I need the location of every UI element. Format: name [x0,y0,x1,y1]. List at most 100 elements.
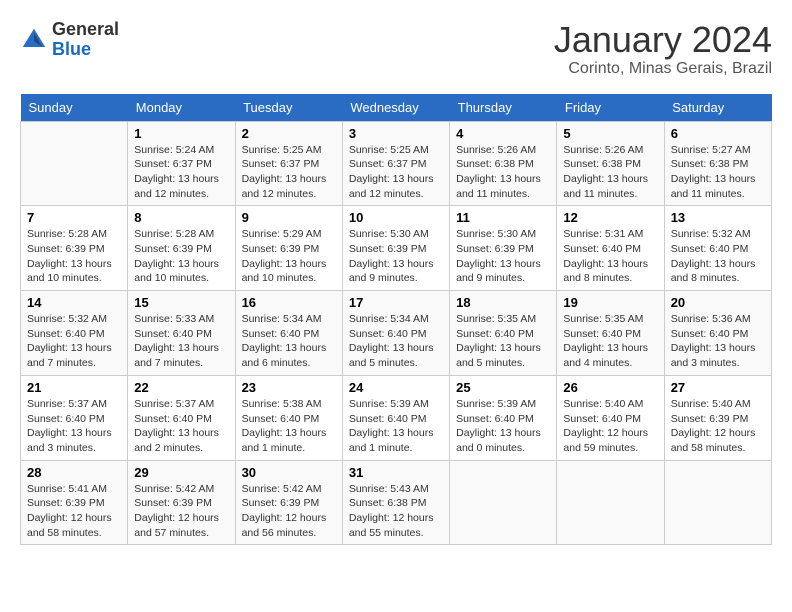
day-number: 4 [456,126,550,141]
calendar-cell [450,460,557,545]
day-info: Sunrise: 5:32 AMSunset: 6:40 PMDaylight:… [671,227,765,286]
logo-icon [20,26,48,54]
calendar-week-row: 14 Sunrise: 5:32 AMSunset: 6:40 PMDayligh… [21,291,772,376]
day-info: Sunrise: 5:34 AMSunset: 6:40 PMDaylight:… [349,312,443,371]
day-number: 25 [456,380,550,395]
logo-blue: Blue [52,39,91,59]
day-number: 1 [134,126,228,141]
day-info: Sunrise: 5:40 AMSunset: 6:39 PMDaylight:… [671,397,765,456]
day-info: Sunrise: 5:28 AMSunset: 6:39 PMDaylight:… [27,227,121,286]
day-number: 15 [134,295,228,310]
day-info: Sunrise: 5:30 AMSunset: 6:39 PMDaylight:… [456,227,550,286]
day-info: Sunrise: 5:36 AMSunset: 6:40 PMDaylight:… [671,312,765,371]
weekday-header-thursday: Thursday [450,94,557,122]
calendar-cell: 30 Sunrise: 5:42 AMSunset: 6:39 PMDayligh… [235,460,342,545]
day-number: 10 [349,210,443,225]
calendar-cell: 2Sunrise: 5:25 AMSunset: 6:37 PMDaylight… [235,121,342,206]
day-number: 17 [349,295,443,310]
day-number: 23 [242,380,336,395]
calendar-cell: 9Sunrise: 5:29 AMSunset: 6:39 PMDaylight… [235,206,342,291]
day-number: 21 [27,380,121,395]
calendar-cell [21,121,128,206]
calendar-cell: 7 Sunrise: 5:28 AMSunset: 6:39 PMDaylight… [21,206,128,291]
calendar-cell: 18 Sunrise: 5:35 AMSunset: 6:40 PMDayligh… [450,291,557,376]
day-number: 13 [671,210,765,225]
day-number: 26 [563,380,657,395]
logo-text: General Blue [52,20,119,60]
day-number: 8 [134,210,228,225]
day-number: 22 [134,380,228,395]
calendar-cell: 11 Sunrise: 5:30 AMSunset: 6:39 PMDayligh… [450,206,557,291]
day-info: Sunrise: 5:43 AMSunset: 6:38 PMDaylight:… [349,482,443,541]
calendar-cell: 25 Sunrise: 5:39 AMSunset: 6:40 PMDayligh… [450,375,557,460]
day-info: Sunrise: 5:41 AMSunset: 6:39 PMDaylight:… [27,482,121,541]
weekday-header-tuesday: Tuesday [235,94,342,122]
month-title: January 2024 [554,20,772,60]
calendar-cell: 24 Sunrise: 5:39 AMSunset: 6:40 PMDayligh… [342,375,449,460]
calendar-cell: 14 Sunrise: 5:32 AMSunset: 6:40 PMDayligh… [21,291,128,376]
day-number: 29 [134,465,228,480]
day-number: 20 [671,295,765,310]
day-number: 11 [456,210,550,225]
day-number: 14 [27,295,121,310]
day-info: Sunrise: 5:32 AMSunset: 6:40 PMDaylight:… [27,312,121,371]
weekday-header-saturday: Saturday [664,94,771,122]
day-number: 12 [563,210,657,225]
day-info: Sunrise: 5:39 AMSunset: 6:40 PMDaylight:… [349,397,443,456]
day-number: 30 [242,465,336,480]
day-number: 6 [671,126,765,141]
day-info: Sunrise: 5:37 AMSunset: 6:40 PMDaylight:… [134,397,228,456]
day-info: Sunrise: 5:31 AMSunset: 6:40 PMDaylight:… [563,227,657,286]
calendar-cell: 23 Sunrise: 5:38 AMSunset: 6:40 PMDayligh… [235,375,342,460]
day-number: 7 [27,210,121,225]
calendar-cell: 31Sunrise: 5:43 AMSunset: 6:38 PMDayligh… [342,460,449,545]
calendar-cell: 27Sunrise: 5:40 AMSunset: 6:39 PMDayligh… [664,375,771,460]
calendar-week-row: 21 Sunrise: 5:37 AMSunset: 6:40 PMDayligh… [21,375,772,460]
weekday-header-wednesday: Wednesday [342,94,449,122]
page-header: General Blue January 2024 Corinto, Minas… [20,20,772,78]
logo: General Blue [20,20,119,60]
calendar-cell: 19 Sunrise: 5:35 AMSunset: 6:40 PMDayligh… [557,291,664,376]
day-info: Sunrise: 5:39 AMSunset: 6:40 PMDaylight:… [456,397,550,456]
calendar-cell [557,460,664,545]
calendar-table: SundayMondayTuesdayWednesdayThursdayFrid… [20,94,772,546]
weekday-header-monday: Monday [128,94,235,122]
calendar-week-row: 28 Sunrise: 5:41 AMSunset: 6:39 PMDayligh… [21,460,772,545]
day-info: Sunrise: 5:25 AMSunset: 6:37 PMDaylight:… [349,143,443,202]
calendar-cell [664,460,771,545]
weekday-header-row: SundayMondayTuesdayWednesdayThursdayFrid… [21,94,772,122]
calendar-week-row: 1 Sunrise: 5:24 AMSunset: 6:37 PMDaylight… [21,121,772,206]
calendar-cell: 28 Sunrise: 5:41 AMSunset: 6:39 PMDayligh… [21,460,128,545]
location: Corinto, Minas Gerais, Brazil [554,60,772,78]
day-info: Sunrise: 5:38 AMSunset: 6:40 PMDaylight:… [242,397,336,456]
day-info: Sunrise: 5:26 AMSunset: 6:38 PMDaylight:… [563,143,657,202]
day-info: Sunrise: 5:35 AMSunset: 6:40 PMDaylight:… [563,312,657,371]
day-number: 28 [27,465,121,480]
day-number: 19 [563,295,657,310]
calendar-cell: 13 Sunrise: 5:32 AMSunset: 6:40 PMDayligh… [664,206,771,291]
calendar-cell: 3 Sunrise: 5:25 AMSunset: 6:37 PMDaylight… [342,121,449,206]
calendar-cell: 16Sunrise: 5:34 AMSunset: 6:40 PMDayligh… [235,291,342,376]
calendar-cell: 10Sunrise: 5:30 AMSunset: 6:39 PMDayligh… [342,206,449,291]
calendar-cell: 29 Sunrise: 5:42 AMSunset: 6:39 PMDayligh… [128,460,235,545]
day-info: Sunrise: 5:29 AMSunset: 6:39 PMDaylight:… [242,227,336,286]
day-number: 5 [563,126,657,141]
day-info: Sunrise: 5:40 AMSunset: 6:40 PMDaylight:… [563,397,657,456]
calendar-cell: 1 Sunrise: 5:24 AMSunset: 6:37 PMDaylight… [128,121,235,206]
day-info: Sunrise: 5:33 AMSunset: 6:40 PMDaylight:… [134,312,228,371]
calendar-cell: 5 Sunrise: 5:26 AMSunset: 6:38 PMDaylight… [557,121,664,206]
day-number: 3 [349,126,443,141]
day-info: Sunrise: 5:42 AMSunset: 6:39 PMDaylight:… [134,482,228,541]
day-info: Sunrise: 5:24 AMSunset: 6:37 PMDaylight:… [134,143,228,202]
day-number: 18 [456,295,550,310]
logo-general: General [52,19,119,39]
calendar-cell: 6Sunrise: 5:27 AMSunset: 6:38 PMDaylight… [664,121,771,206]
day-number: 24 [349,380,443,395]
calendar-cell: 22 Sunrise: 5:37 AMSunset: 6:40 PMDayligh… [128,375,235,460]
day-info: Sunrise: 5:42 AMSunset: 6:39 PMDaylight:… [242,482,336,541]
calendar-cell: 12 Sunrise: 5:31 AMSunset: 6:40 PMDayligh… [557,206,664,291]
weekday-header-friday: Friday [557,94,664,122]
day-info: Sunrise: 5:35 AMSunset: 6:40 PMDaylight:… [456,312,550,371]
calendar-cell: 26 Sunrise: 5:40 AMSunset: 6:40 PMDayligh… [557,375,664,460]
calendar-cell: 17 Sunrise: 5:34 AMSunset: 6:40 PMDayligh… [342,291,449,376]
